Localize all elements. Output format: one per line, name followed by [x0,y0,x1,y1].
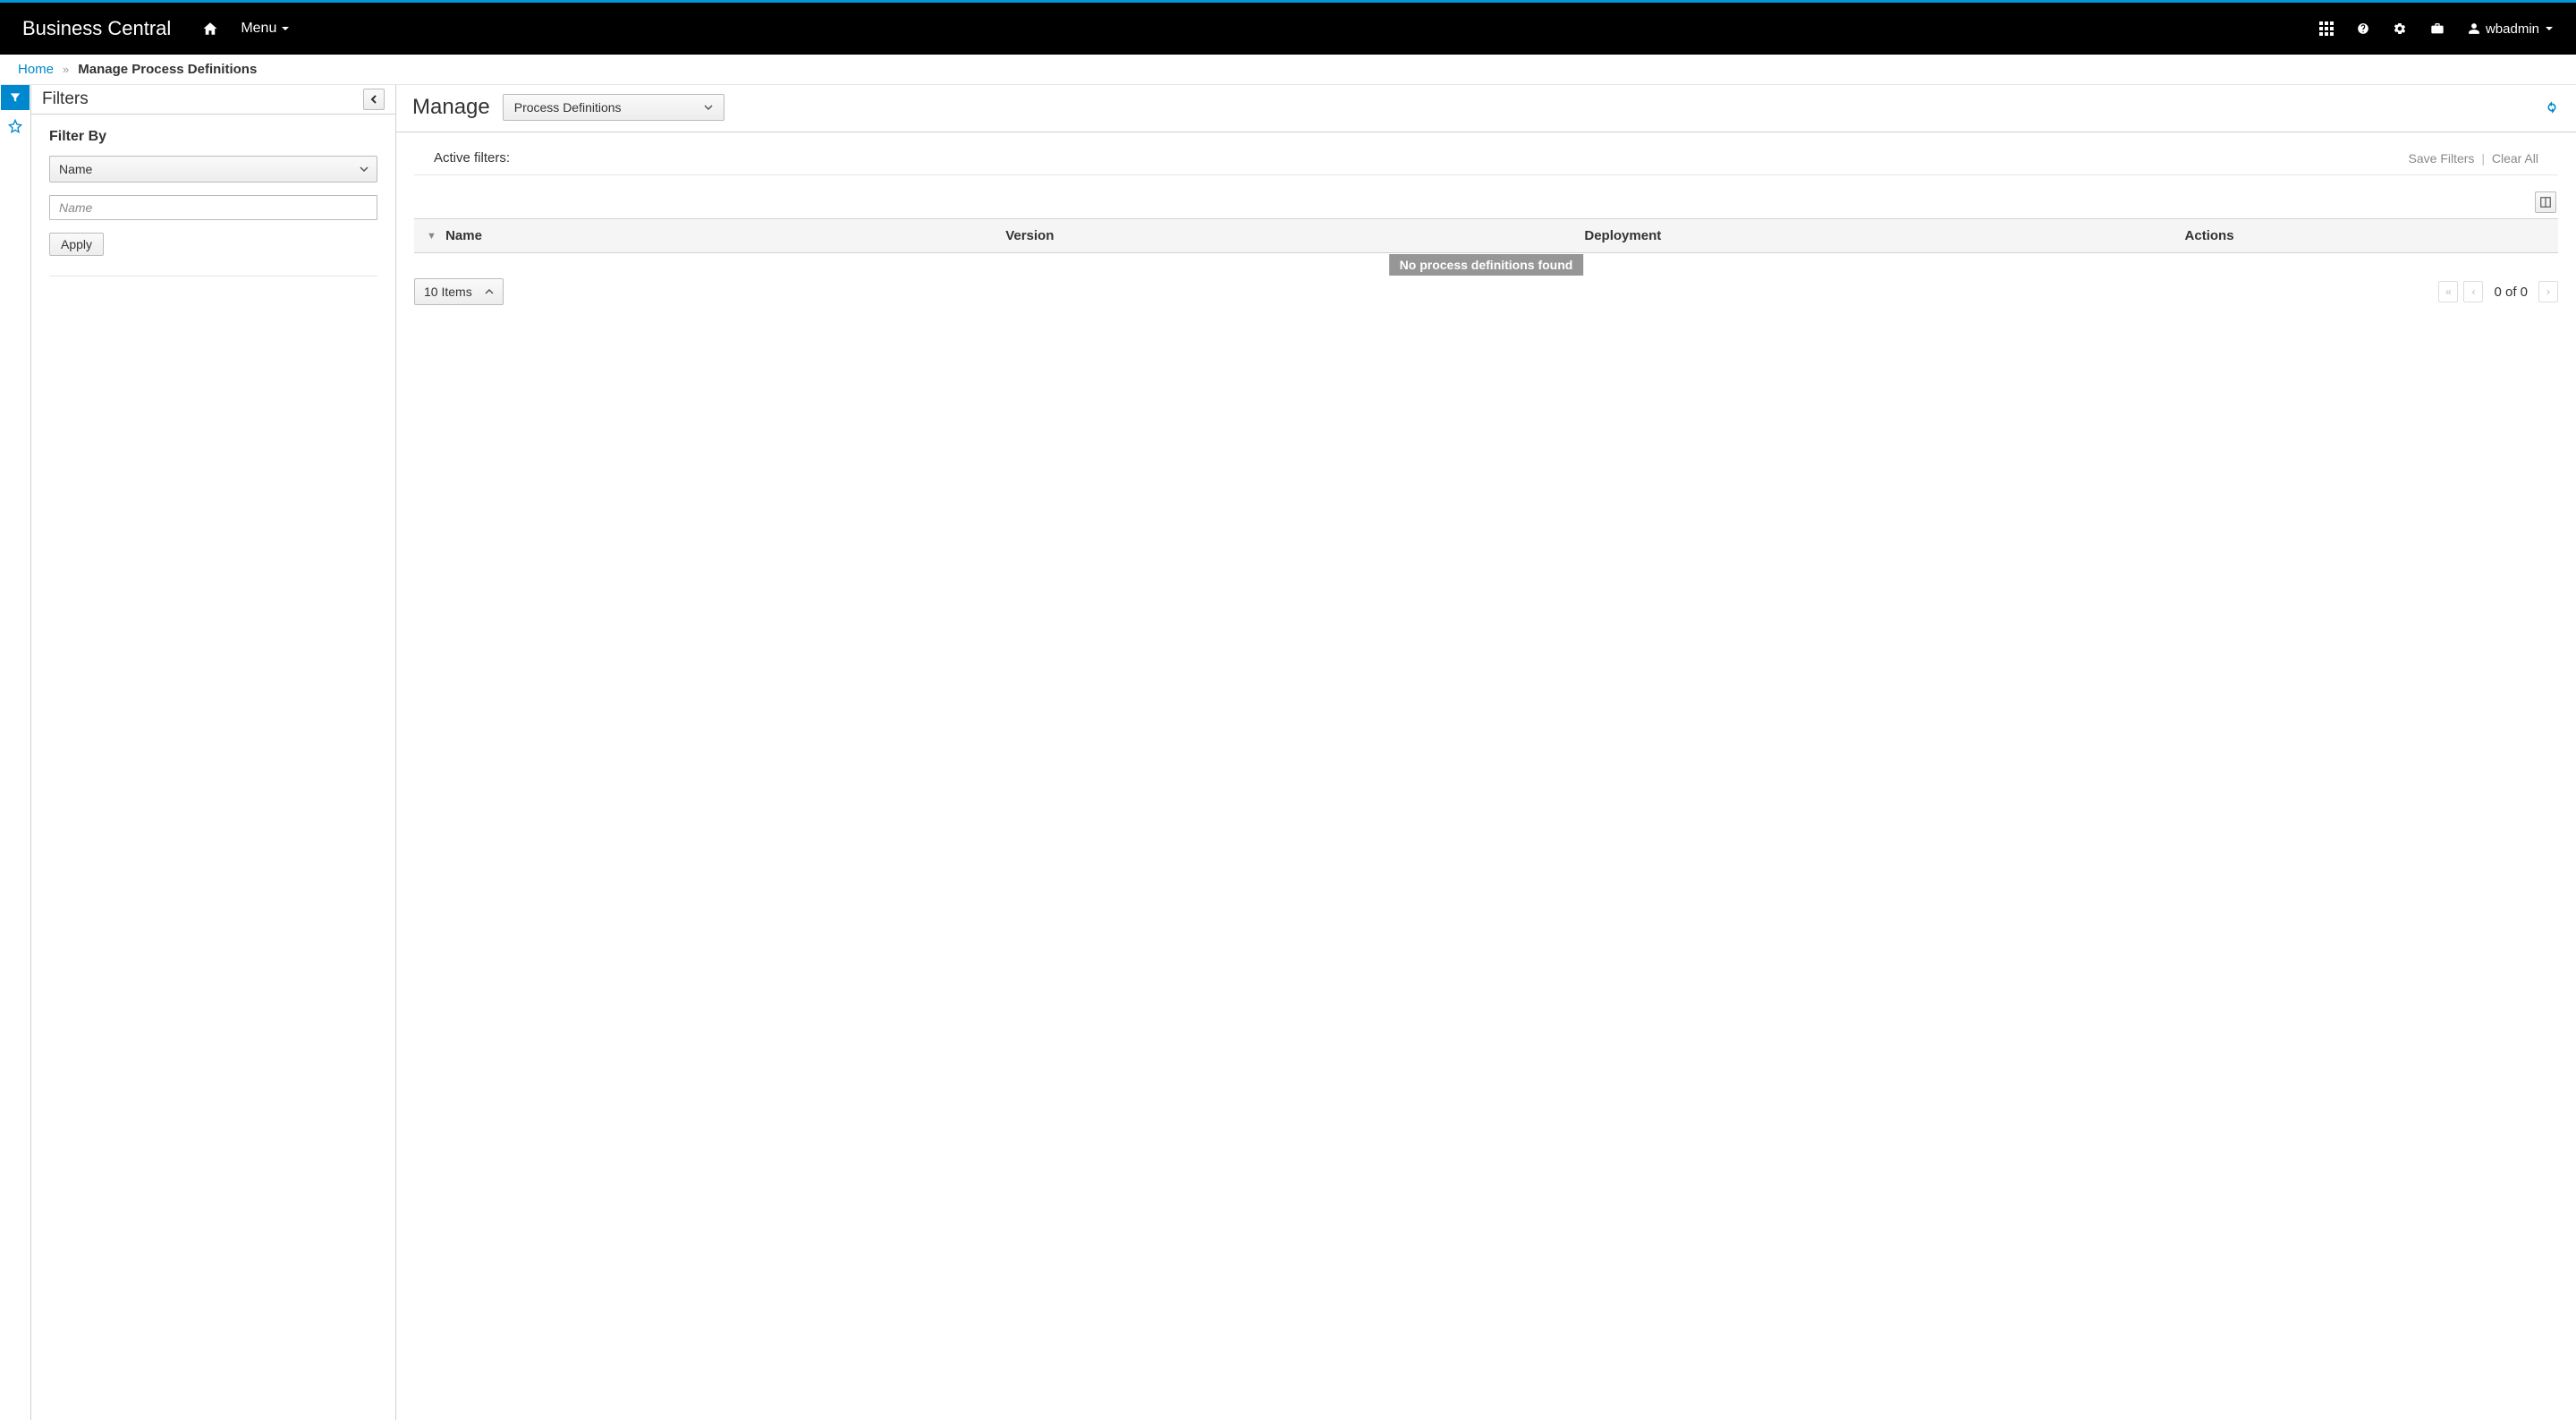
collapse-filters-button[interactable] [363,89,385,110]
breadcrumb-separator: » [63,63,69,76]
sort-desc-icon: ▼ [427,231,436,242]
manage-type-value: Process Definitions [514,100,622,115]
user-name: wbadmin [2486,21,2539,37]
active-filters-label: Active filters: [434,150,510,166]
home-icon[interactable] [202,21,218,37]
columns-toggle-icon[interactable] [2535,191,2556,213]
filters-panel: Filters Filter By Name Apply [31,85,396,1420]
column-version[interactable]: Version [993,219,1572,253]
refresh-icon[interactable] [2544,99,2560,115]
save-filters-link[interactable]: Save Filters [2409,151,2475,166]
process-definitions-table: ▼ Name Version Deployment Actions [414,218,2558,253]
breadcrumb: Home » Manage Process Definitions [0,55,2576,85]
briefcase-icon[interactable] [2430,21,2445,36]
chevron-down-icon [704,103,713,112]
column-actions: Actions [2173,219,2558,253]
column-name[interactable]: ▼ Name [414,219,993,253]
menu-label: Menu [241,21,276,37]
apply-button[interactable]: Apply [49,233,104,256]
settings-gear-icon[interactable] [2393,21,2407,36]
favorites-tab-icon[interactable] [1,114,30,139]
separator: | [2481,151,2485,166]
prev-page-button[interactable]: ‹ [2463,281,2483,302]
filter-value-input[interactable] [49,195,377,220]
page-size-select[interactable]: 10 Items [414,278,504,305]
page-title: Manage [412,95,490,120]
top-nav: Business Central Menu [0,3,2576,55]
help-icon[interactable] [2357,22,2369,35]
page-status: 0 of 0 [2494,285,2528,300]
chevron-down-icon [281,24,290,33]
filters-tab-icon[interactable] [1,85,30,110]
chevron-up-icon [485,287,494,296]
main-panel: Manage Process Definitions Active filter… [396,85,2576,1420]
clear-all-link[interactable]: Clear All [2492,151,2538,166]
filter-by-label: Filter By [49,129,377,145]
breadcrumb-current: Manage Process Definitions [78,62,257,77]
first-page-button[interactable]: « [2438,281,2458,302]
breadcrumb-home[interactable]: Home [18,62,54,77]
active-filters-bar: Active filters: Save Filters | Clear All [414,141,2558,175]
menu-dropdown[interactable]: Menu [241,21,290,37]
user-icon [2468,22,2480,35]
chevron-down-icon [2545,24,2554,33]
manage-type-select[interactable]: Process Definitions [503,94,724,121]
page-size-label: 10 Items [424,285,472,299]
next-page-button[interactable]: › [2538,281,2558,302]
filters-title: Filters [42,89,363,109]
apps-grid-icon[interactable] [2319,21,2334,36]
filter-by-select[interactable]: Name [49,156,377,183]
column-deployment[interactable]: Deployment [1572,219,2172,253]
side-rail [0,85,31,1420]
brand-title[interactable]: Business Central [22,17,171,40]
empty-state-message: No process definitions found [1389,254,1584,276]
user-menu[interactable]: wbadmin [2468,21,2554,37]
